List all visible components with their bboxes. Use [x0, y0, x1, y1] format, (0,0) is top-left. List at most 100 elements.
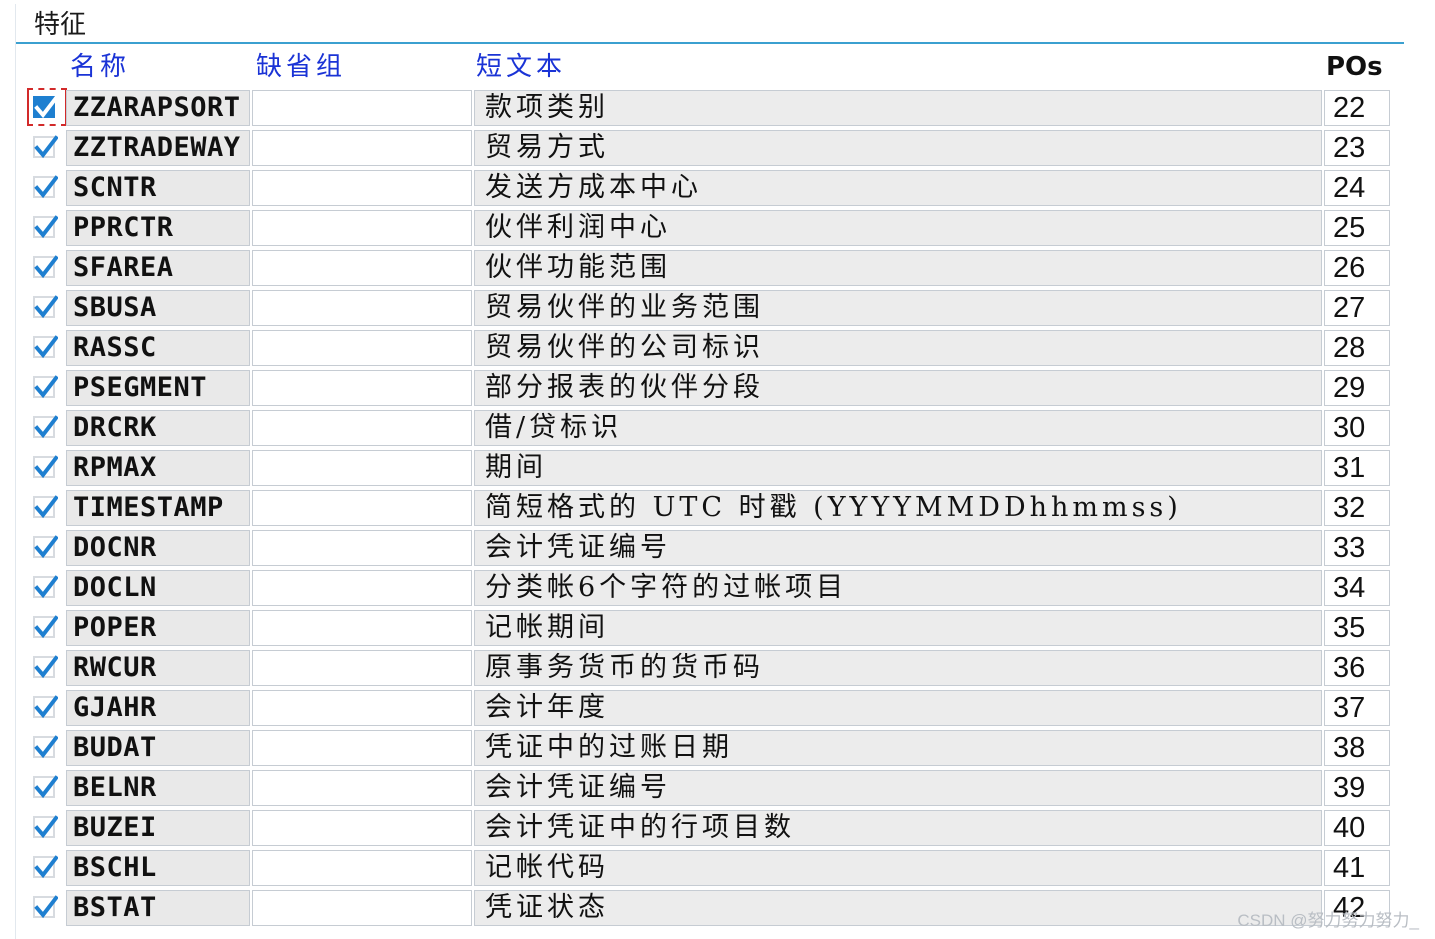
default-group-input[interactable]: [252, 890, 472, 926]
row-checkbox[interactable]: [33, 895, 58, 919]
row-checkbox[interactable]: [33, 855, 58, 879]
row-checkbox[interactable]: [33, 375, 58, 399]
default-group-input[interactable]: [252, 530, 472, 566]
default-group-input[interactable]: [252, 410, 472, 446]
check-icon: [34, 135, 58, 159]
row-checkbox[interactable]: [33, 255, 58, 279]
row-checkbox[interactable]: [33, 655, 58, 679]
row-checkbox[interactable]: [33, 135, 58, 159]
row-checkbox[interactable]: [33, 575, 58, 599]
table-row: ZZARAPSORT 款项类别 22: [16, 88, 1406, 128]
checkbox-cell: [29, 890, 61, 926]
checkbox-cell: [29, 610, 61, 646]
short-text-cell: 贸易伙伴的业务范围: [474, 290, 1322, 326]
pos-cell: 29: [1324, 370, 1390, 406]
short-text-cell: 贸易方式: [474, 130, 1322, 166]
check-icon: [34, 575, 58, 599]
field-name-cell: TIMESTAMP: [66, 490, 250, 526]
checkbox-cell: [29, 170, 61, 206]
short-text-cell: 原事务货币的货币码: [474, 650, 1322, 686]
default-group-input[interactable]: [252, 290, 472, 326]
row-checkbox[interactable]: [33, 695, 58, 719]
characteristics-panel: 特征 名称 缺省组 短文本 POs ZZARAPSORT 款项类别 22 ZZTRAD…: [15, 4, 1406, 939]
row-checkbox[interactable]: [33, 735, 58, 759]
checkbox-cell: [29, 130, 61, 166]
row-checkbox[interactable]: [33, 415, 58, 439]
field-name-cell: RWCUR: [66, 650, 250, 686]
column-header-short-text[interactable]: 短文本: [476, 48, 566, 86]
default-group-input[interactable]: [252, 730, 472, 766]
field-name-cell: BSCHL: [66, 850, 250, 886]
field-name-cell: BSTAT: [66, 890, 250, 926]
default-group-input[interactable]: [252, 170, 472, 206]
default-group-input[interactable]: [252, 250, 472, 286]
check-icon: [34, 455, 58, 479]
row-checkbox[interactable]: [33, 455, 58, 479]
checkbox-cell: [29, 850, 61, 886]
checkbox-cell: [29, 330, 61, 366]
column-header-name[interactable]: 名称: [70, 48, 130, 86]
table-row: DOCNR 会计凭证编号 33: [16, 528, 1406, 568]
short-text-cell: 简短格式的 UTC 时戳 (YYYYMMDDhhmmss): [474, 490, 1322, 526]
pos-cell: 27: [1324, 290, 1390, 326]
column-header-pos[interactable]: POs: [1326, 48, 1383, 86]
short-text-cell: 凭证中的过账日期: [474, 730, 1322, 766]
default-group-input[interactable]: [252, 90, 472, 126]
default-group-input[interactable]: [252, 770, 472, 806]
check-icon: [34, 95, 58, 119]
row-checkbox[interactable]: [33, 535, 58, 559]
row-checkbox[interactable]: [33, 215, 58, 239]
default-group-input[interactable]: [252, 450, 472, 486]
short-text-cell: 记帐代码: [474, 850, 1322, 886]
checkbox-cell: [29, 250, 61, 286]
check-icon: [34, 535, 58, 559]
row-checkbox[interactable]: [33, 295, 58, 319]
table-row: BUDAT 凭证中的过账日期 38: [16, 728, 1406, 768]
table-row: PPRCTR 伙伴利润中心 25: [16, 208, 1406, 248]
default-group-input[interactable]: [252, 370, 472, 406]
row-checkbox[interactable]: [33, 615, 58, 639]
field-name-cell: PSEGMENT: [66, 370, 250, 406]
short-text-cell: 会计年度: [474, 690, 1322, 726]
table-row: SFAREA 伙伴功能范围 26: [16, 248, 1406, 288]
default-group-input[interactable]: [252, 330, 472, 366]
table-row: GJAHR 会计年度 37: [16, 688, 1406, 728]
pos-cell: 40: [1324, 810, 1390, 846]
pos-cell: 32: [1324, 490, 1390, 526]
default-group-input[interactable]: [252, 810, 472, 846]
pos-cell: 39: [1324, 770, 1390, 806]
default-group-input[interactable]: [252, 570, 472, 606]
row-checkbox[interactable]: [33, 175, 58, 199]
default-group-input[interactable]: [252, 130, 472, 166]
table-row: BUZEI 会计凭证中的行项目数 40: [16, 808, 1406, 848]
row-checkbox[interactable]: [33, 95, 58, 119]
default-group-input[interactable]: [252, 490, 472, 526]
default-group-input[interactable]: [252, 690, 472, 726]
default-group-input[interactable]: [252, 210, 472, 246]
default-group-input[interactable]: [252, 850, 472, 886]
check-icon: [34, 695, 58, 719]
check-icon: [34, 415, 58, 439]
field-name-cell: DOCNR: [66, 530, 250, 566]
pos-cell: 23: [1324, 130, 1390, 166]
title-divider: [16, 42, 1404, 44]
table-row: BSCHL 记帐代码 41: [16, 848, 1406, 888]
check-icon: [34, 375, 58, 399]
default-group-input[interactable]: [252, 610, 472, 646]
table-row: SBUSA 贸易伙伴的业务范围 27: [16, 288, 1406, 328]
default-group-input[interactable]: [252, 650, 472, 686]
row-checkbox[interactable]: [33, 335, 58, 359]
check-icon: [34, 655, 58, 679]
row-checkbox[interactable]: [33, 775, 58, 799]
page: 特征 名称 缺省组 短文本 POs ZZARAPSORT 款项类别 22 ZZTRAD…: [0, 0, 1435, 939]
row-checkbox[interactable]: [33, 495, 58, 519]
field-name-cell: SFAREA: [66, 250, 250, 286]
row-checkbox[interactable]: [33, 815, 58, 839]
checkbox-cell: [29, 450, 61, 486]
field-name-cell: SCNTR: [66, 170, 250, 206]
column-header-default-group[interactable]: 缺省组: [256, 48, 346, 86]
check-icon: [34, 775, 58, 799]
watermark: CSDN @努力努力努力_: [1237, 911, 1419, 930]
short-text-cell: 伙伴功能范围: [474, 250, 1322, 286]
checkbox-cell: [27, 88, 67, 126]
